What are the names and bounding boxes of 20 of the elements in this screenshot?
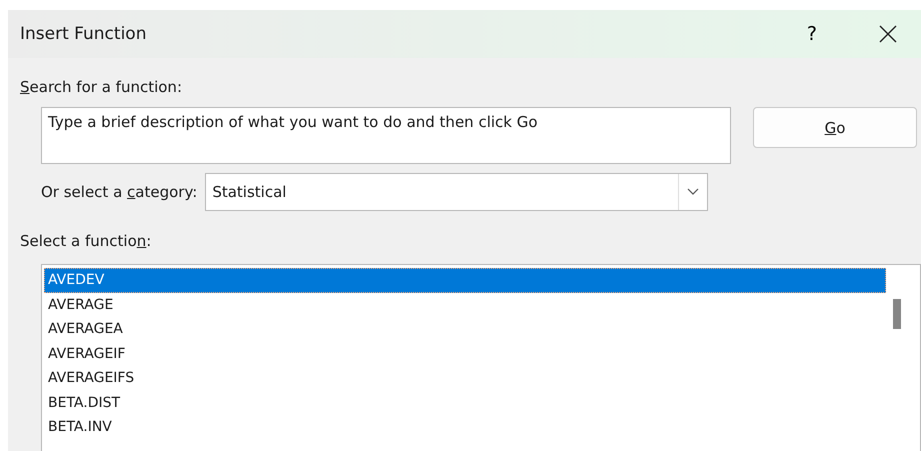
close-icon	[879, 25, 897, 43]
function-list[interactable]: AVEDEV AVERAGE AVERAGEA AVERAGEIF AVERAGEIFS BETA.DIST BETA.INV	[41, 264, 921, 451]
function-list-label: Select a function:	[20, 232, 152, 250]
go-button[interactable]: Go	[753, 107, 917, 148]
function-item[interactable]: AVERAGEA	[44, 317, 886, 342]
caret-icon	[687, 188, 700, 196]
category-dropdown[interactable]: Statistical	[205, 173, 708, 211]
search-label: Search for a function:	[20, 78, 182, 96]
function-item[interactable]: BETA.DIST	[44, 390, 886, 415]
scrollbar-thumb[interactable]	[893, 299, 901, 329]
function-item[interactable]: AVEDEV	[44, 268, 886, 292]
category-label: Or select a category:	[41, 183, 198, 201]
close-button[interactable]	[879, 25, 897, 43]
function-item[interactable]: AVERAGEIF	[44, 342, 886, 366]
function-item[interactable]: BETA.INV	[44, 415, 886, 440]
function-item[interactable]: AVERAGEIFS	[44, 366, 886, 390]
window-title: Insert Function	[20, 24, 148, 44]
search-field[interactable]: Type a brief description of what you want to do and then click Go	[41, 107, 731, 164]
function-item[interactable]: AVERAGE	[44, 292, 886, 317]
help-button[interactable]: ?	[806, 23, 817, 45]
